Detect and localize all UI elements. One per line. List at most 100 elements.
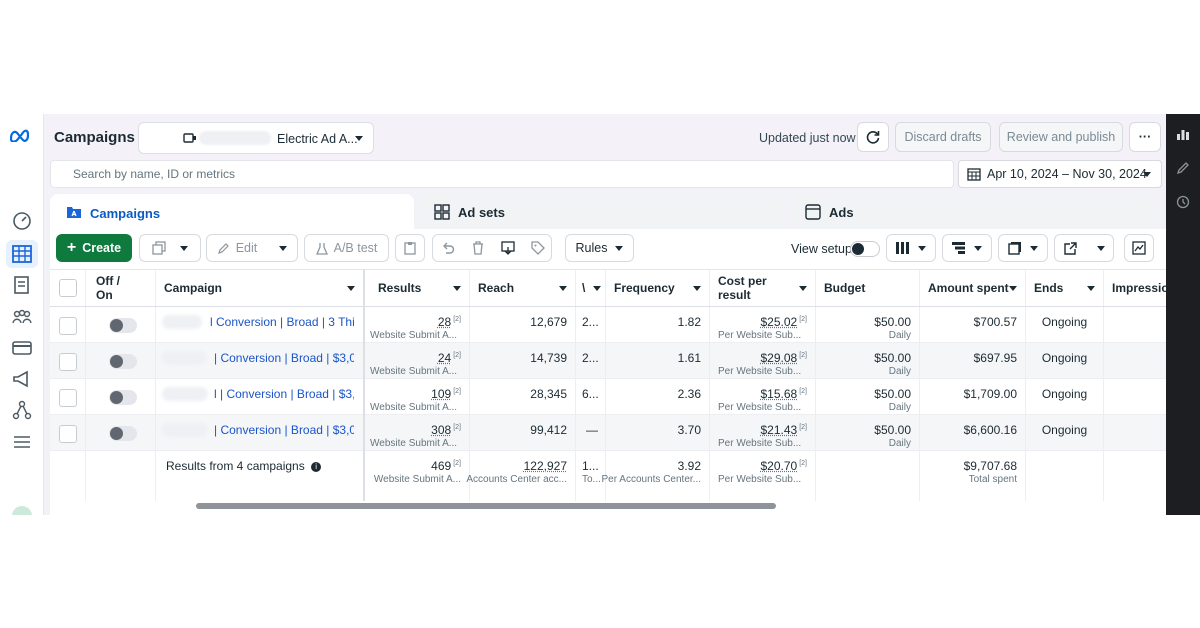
undo-icon[interactable] [441,241,455,258]
pencil-icon[interactable] [1175,160,1191,176]
advertising-megaphone-icon[interactable] [12,369,32,389]
cost-number[interactable]: $29.08 [761,351,798,365]
results-number[interactable]: 28 [438,315,451,329]
tag-icon[interactable] [531,241,545,258]
search-input[interactable]: Search by name, ID or metrics [50,160,954,188]
sort-chevron-icon[interactable] [693,286,701,291]
discard-drafts-button[interactable]: Discard drafts [895,122,991,152]
tab-ads[interactable]: Ads [789,194,1155,230]
campaigns-table-icon[interactable] [6,240,38,268]
sort-chevron-icon[interactable] [347,286,355,291]
create-label: Create [82,241,122,255]
cost-number[interactable]: $25.02 [761,315,798,329]
audiences-people-icon[interactable] [12,307,32,327]
events-network-icon[interactable] [12,400,32,420]
cell-col_x: 6... [576,379,606,414]
row-checkbox[interactable] [59,353,77,371]
header-cost-per-result[interactable]: Cost per result [710,270,816,306]
header-impressions[interactable]: Impressio [1104,270,1166,306]
charts-button[interactable] [1124,234,1154,262]
review-publish-button[interactable]: Review and publish [999,122,1123,152]
row-checkbox[interactable] [59,425,77,443]
row-checkbox[interactable] [59,317,77,335]
sort-chevron-icon[interactable] [559,286,567,291]
campaign-toggle[interactable] [109,390,137,405]
results-number[interactable]: 109 [431,387,451,401]
breakdown-button[interactable] [942,234,992,262]
meta-logo-icon[interactable] [9,128,35,147]
tab-ad-sets[interactable]: Ad sets [418,194,783,230]
row-checkbox[interactable] [59,389,77,407]
totals-reach-value[interactable]: 122,927 [524,459,567,473]
date-range-picker[interactable]: Apr 10, 2024 – Nov 30, 2024 [958,160,1162,188]
header-reach[interactable]: Reach [470,270,576,306]
header-budget[interactable]: Budget [816,270,920,306]
cost-number[interactable]: $15.68 [761,387,798,401]
campaign-toggle[interactable] [109,426,137,441]
campaign-toggle[interactable] [109,318,137,333]
chevron-down-icon[interactable] [180,245,188,251]
reach-value: 28,345 [530,387,567,401]
campaign-toggle[interactable] [109,354,137,369]
header-truncated-column[interactable]: \ [576,270,606,306]
billing-card-icon[interactable] [12,338,32,358]
preview-chart-icon[interactable] [501,241,515,258]
frequency-value: 2.36 [677,387,701,401]
select-all-checkbox[interactable] [59,279,77,297]
header-campaign[interactable]: Campaign [156,270,364,306]
info-icon[interactable]: i [311,461,322,472]
results-value: 24 [2] [438,351,461,365]
delete-trash-icon[interactable] [471,241,485,258]
cell-budget: $50.00 Daily [816,379,920,414]
campaign-name-link[interactable]: l | Conversion | Broad | $3,0... [214,387,354,401]
header-frequency[interactable]: Frequency [606,270,710,306]
results-number[interactable]: 308 [431,423,451,437]
reports-icon [1008,242,1021,255]
results-number[interactable]: 24 [438,351,451,365]
table-row: | Conversion | Broad | $3,0... 308 [2] Webs… [50,415,1166,451]
header-results[interactable]: Results [364,270,470,306]
footnote-marker: [2] [799,460,807,467]
chevron-down-icon[interactable] [279,245,288,251]
cost-number[interactable]: $21.43 [761,423,798,437]
refresh-button[interactable] [857,122,889,152]
more-options-button[interactable]: ··· [1129,122,1161,152]
reports-button[interactable] [998,234,1048,262]
create-button[interactable]: + Create [56,234,132,262]
horizontal-scrollbar[interactable] [196,503,776,509]
view-setup-toggle[interactable] [850,241,880,257]
totals-cost-number[interactable]: $20.70 [761,459,798,473]
rules-dropdown[interactable]: Rules [565,234,634,262]
sort-chevron-icon[interactable] [799,286,807,291]
edit-button[interactable]: Edit [206,234,298,262]
all-tools-menu-icon[interactable] [12,432,32,452]
sort-chevron-icon[interactable] [593,286,601,291]
header-ends[interactable]: Ends [1026,270,1104,306]
columns-button[interactable] [886,234,936,262]
cell-name: l | Conversion | Broad | $3,0... [156,379,364,414]
clipboard-button[interactable] [395,234,425,262]
campaign-name-link[interactable]: | Conversion | Broad | $3,0... [214,423,354,437]
bar-chart-icon[interactable] [1175,126,1191,142]
pages-book-icon[interactable] [12,275,32,295]
export-button[interactable] [1054,234,1114,262]
budget-sub: Daily [888,402,911,413]
header-amount-spent[interactable]: Amount spent [920,270,1026,306]
history-clock-icon[interactable] [1175,194,1191,210]
ad-account-selector[interactable]: Electric Ad A... [138,122,374,154]
sort-chevron-icon[interactable] [1009,286,1017,291]
tab-campaigns[interactable]: Campaigns [50,194,414,232]
sort-chevron-icon[interactable] [1087,286,1095,291]
duplicate-button[interactable] [139,234,201,262]
table-toolbar: + Create Edit A/B test Rules View setup [50,229,1166,269]
pencil-icon [217,242,229,254]
frozen-column-divider [363,269,365,501]
action-button-group [432,234,552,262]
ab-test-button[interactable]: A/B test [304,234,389,262]
dashboard-gauge-icon[interactable] [12,211,32,231]
account-avatar[interactable] [12,506,32,515]
campaign-name-link[interactable]: | Conversion | Broad | $3,0... [214,351,354,365]
campaign-name-link[interactable]: l Conversion | Broad | 3 Thin... [210,315,354,329]
cell-frequency: 1.82 [606,307,710,342]
sort-chevron-icon[interactable] [453,286,461,291]
